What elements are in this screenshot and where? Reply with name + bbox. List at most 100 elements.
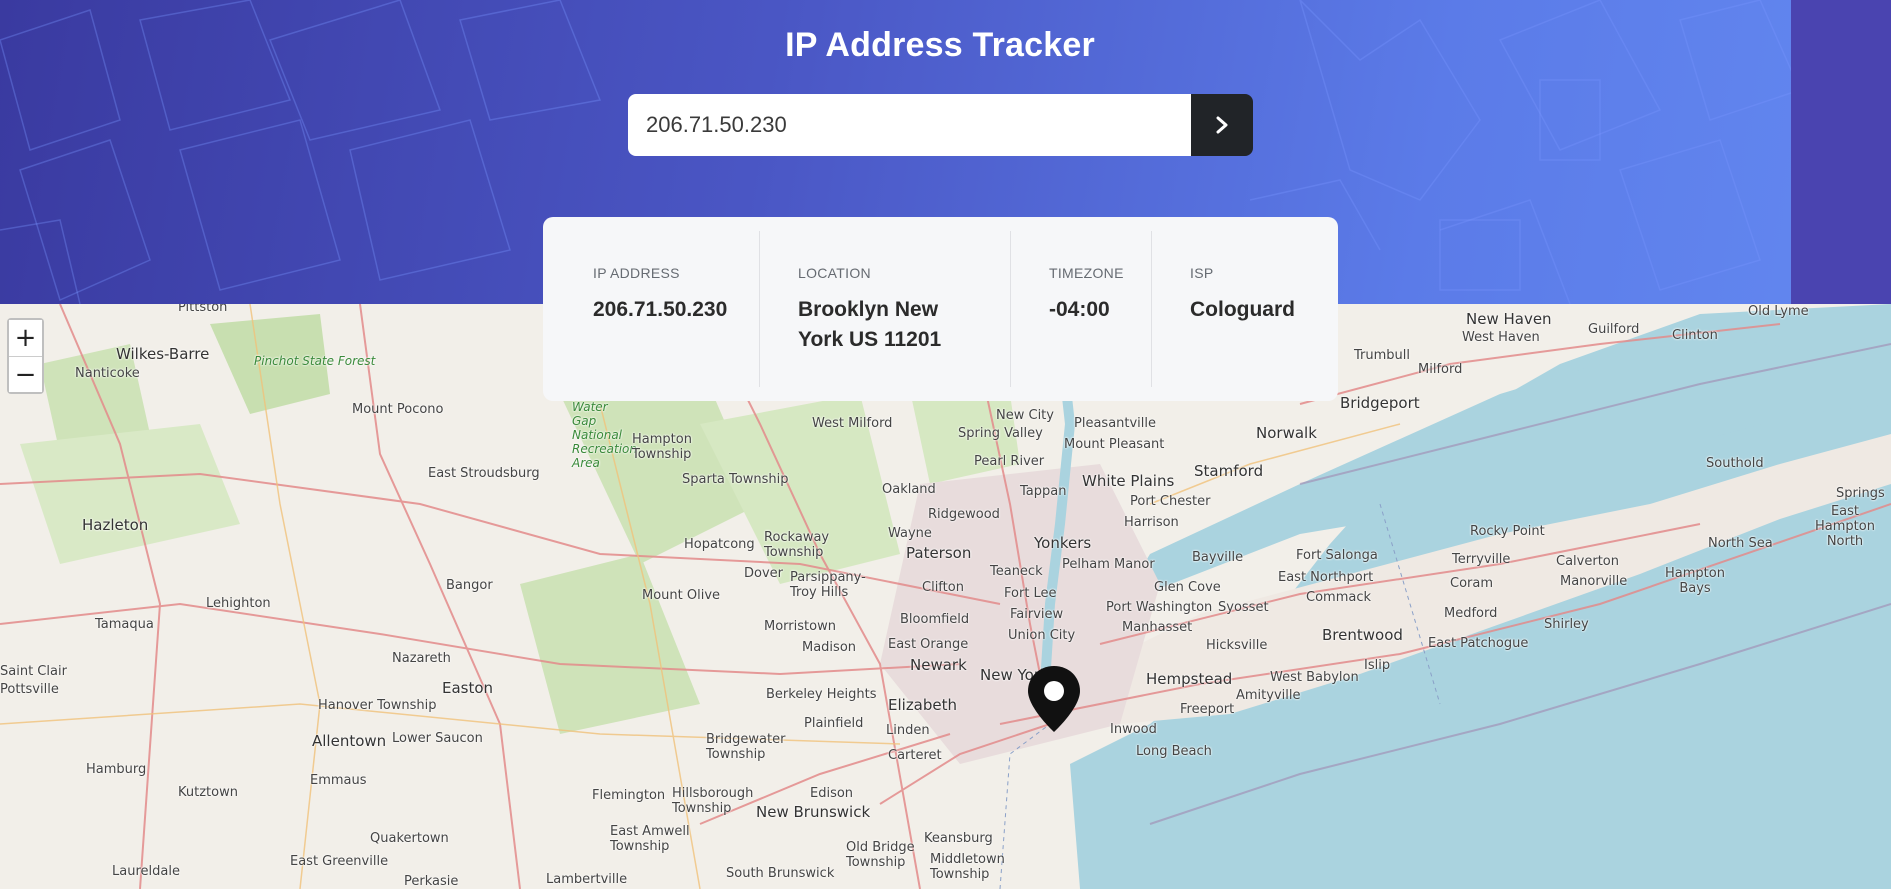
map-label: Carteret	[888, 748, 942, 763]
map-label: Old Bridge Township	[846, 840, 915, 870]
map-label: Flemington	[592, 788, 666, 803]
map-label: Yonkers	[1034, 534, 1092, 552]
map-label: East Greenville	[290, 854, 389, 869]
map-label: Milford	[1418, 362, 1463, 377]
map-label: Newark	[910, 656, 967, 674]
map-label: Sparta Township	[682, 472, 789, 487]
map-label: Ridgewood	[928, 507, 1000, 522]
map-label: Hazleton	[82, 516, 149, 534]
map-label: Emmaus	[310, 773, 367, 788]
map-label: West Babylon	[1270, 670, 1359, 685]
map-label: Shirley	[1544, 617, 1589, 632]
map-label: Morristown	[764, 619, 836, 634]
map-label: Elizabeth	[888, 696, 958, 714]
map-label: Mount Pleasant	[1064, 437, 1165, 452]
map-label: Perkasie	[404, 874, 459, 889]
map-label: East Northport	[1278, 570, 1374, 585]
map-label: Commack	[1306, 590, 1371, 605]
map-label: New City	[996, 408, 1054, 423]
ip-info-panel: IP Address 206.71.50.230 Location Brookl…	[543, 217, 1338, 401]
map-label: East Hampton North	[1815, 504, 1875, 549]
map-label: New Haven	[1466, 310, 1552, 328]
search-submit-button[interactable]	[1191, 94, 1253, 156]
map-label: Stamford	[1194, 462, 1264, 480]
location-pin-shape	[1028, 666, 1080, 732]
map-label: West Milford	[812, 416, 893, 431]
map-label: North Sea	[1708, 536, 1773, 551]
map-label: Brentwood	[1322, 626, 1403, 644]
info-value: 206.71.50.230	[593, 298, 728, 321]
zoom-in-button[interactable]: +	[9, 320, 42, 356]
map-label: West Haven	[1462, 330, 1540, 345]
map-label: Rockaway Township	[764, 530, 830, 560]
location-pin-icon[interactable]	[1025, 664, 1083, 739]
map-label: Glen Cove	[1154, 580, 1221, 595]
info-timezone: Timezone -04:00	[1010, 231, 1151, 387]
map-label: Medford	[1444, 606, 1498, 621]
map-label: Freeport	[1180, 702, 1235, 717]
info-ip-address: IP Address 206.71.50.230	[543, 231, 759, 387]
map-label: Clinton	[1672, 328, 1718, 343]
map-label: Pittston	[178, 304, 228, 315]
map-label: Hamburg	[86, 762, 147, 777]
map-label: Manorville	[1560, 574, 1628, 589]
map-label: Water Gap National Recreation Area	[572, 400, 637, 470]
map-label: Mount Pocono	[352, 402, 444, 417]
info-label: Timezone	[1049, 265, 1124, 281]
map-label: Bangor	[446, 578, 493, 593]
map-label: Terryville	[1452, 552, 1511, 567]
map-label: East Orange	[888, 637, 969, 652]
map-label: Hempstead	[1146, 670, 1233, 688]
map-label: Wayne	[888, 526, 932, 541]
map-label: Rocky Point	[1470, 524, 1545, 539]
map-label: Fort Lee	[1004, 586, 1057, 601]
info-isp: ISP Cologuard	[1151, 231, 1338, 387]
map-label: Quakertown	[370, 831, 449, 846]
map-label: Coram	[1450, 576, 1494, 591]
map-label: Middletown Township	[930, 852, 1005, 882]
map-label: Edison	[810, 786, 854, 801]
map-label: Southold	[1706, 456, 1764, 471]
map-label: Linden	[886, 723, 930, 738]
map-label: Long Beach	[1136, 744, 1212, 759]
map-label: Union City	[1008, 628, 1076, 643]
map-label: White Plains	[1082, 472, 1175, 490]
map-label: Bloomfield	[900, 612, 970, 627]
map-label: Inwood	[1110, 722, 1157, 737]
map-label: Berkeley Heights	[766, 687, 877, 702]
map-label: Fort Salonga	[1296, 548, 1378, 563]
map-label: Fairview	[1010, 607, 1064, 622]
map-label: Hampton Township	[632, 432, 692, 462]
map-label: Parsippany-Troy Hills	[790, 570, 866, 600]
info-value: Brooklyn New York US 11201	[798, 298, 942, 351]
page-title: IP Address Tracker	[785, 26, 1095, 64]
map-label: Kutztown	[178, 785, 238, 800]
map-label: Hicksville	[1206, 638, 1268, 653]
map-label: Bridgeport	[1340, 394, 1420, 412]
map-label: Hillsborough Township	[672, 786, 754, 816]
map-label: Islip	[1364, 658, 1391, 673]
map-label: Paterson	[906, 544, 972, 562]
map-label: Port Chester	[1130, 494, 1211, 509]
map-label: Dover	[744, 566, 783, 581]
map-label: Easton	[442, 679, 494, 697]
map-label: Harrison	[1124, 515, 1179, 530]
map-label: South Brunswick	[726, 866, 835, 881]
map-label: Lower Saucon	[392, 731, 483, 746]
map-label: Teaneck	[990, 564, 1043, 579]
map-label: Manhasset	[1122, 620, 1193, 635]
map-label: Nazareth	[392, 651, 451, 666]
map-label: New Brunswick	[756, 803, 871, 821]
zoom-out-button[interactable]: −	[9, 356, 42, 392]
map-label: Old Lyme	[1748, 304, 1809, 319]
map-label: East Patchogue	[1428, 636, 1529, 651]
map-label: Hampton Bays	[1665, 566, 1725, 596]
map-label: Amityville	[1236, 688, 1301, 703]
map-label: Calverton	[1556, 554, 1619, 569]
map-label: Keansburg	[924, 831, 993, 846]
ip-search-input[interactable]	[628, 94, 1191, 156]
map-label: Lehighton	[206, 596, 271, 611]
map-label: Pleasantville	[1074, 416, 1157, 431]
map-label: Springs	[1836, 486, 1885, 501]
info-label: ISP	[1190, 265, 1214, 281]
